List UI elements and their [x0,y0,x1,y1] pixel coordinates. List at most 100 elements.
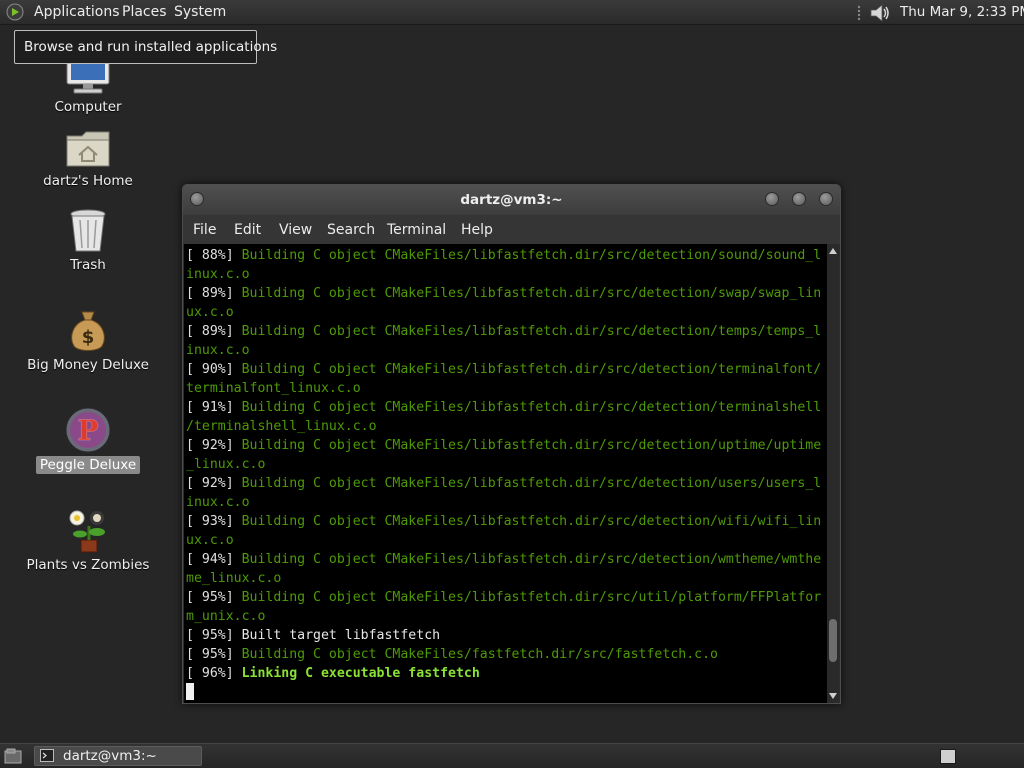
build-message: Linking C executable fastfetch [241,666,480,681]
build-message: terminalfont_linux.c.o [186,381,361,396]
desktop-icon-label: Computer [54,99,122,115]
build-message: Building C object CMakeFiles/fastfetch.d… [241,647,718,662]
desktop-icon-label: dartz's Home [43,173,133,189]
terminal-line: me_linux.c.o [186,569,826,588]
build-message: ux.c.o [186,305,234,320]
terminal-line: ux.c.o [186,303,826,322]
desktop-icon-label: Plants vs Zombies [26,557,150,573]
terminal-line: inux.c.o [186,265,826,284]
menu-view[interactable]: View [279,222,312,238]
build-message: Built target libfastfetch [241,628,441,643]
taskbar-button-terminal[interactable]: dartz@vm3:~ [34,746,202,766]
applications-menu[interactable]: Applications [34,4,120,20]
terminal-line: m_unix.c.o [186,607,826,626]
peggle-icon: P [65,407,111,453]
scroll-down-arrow-icon[interactable] [828,691,838,701]
terminal-line: [ 93%] Building C object CMakeFiles/libf… [186,512,826,531]
terminal-output[interactable]: [ 88%] Building C object CMakeFiles/libf… [184,244,827,703]
terminal-line: [ 88%] Building C object CMakeFiles/libf… [186,246,826,265]
places-menu[interactable]: Places [122,4,167,20]
panel-handle[interactable] [857,5,861,21]
close-button[interactable] [819,192,833,206]
terminal-line: inux.c.o [186,341,826,360]
terminal-line: [ 92%] Building C object CMakeFiles/libf… [186,474,826,493]
menu-terminal[interactable]: Terminal [387,222,446,238]
terminal-icon [40,749,54,762]
terminal-line: [ 94%] Building C object CMakeFiles/libf… [186,550,826,569]
progress-percent: [ 92%] [186,476,242,491]
build-message: /terminalshell_linux.c.o [186,419,377,434]
desktop-icon-big-money[interactable]: $ Big Money Deluxe [13,308,163,374]
progress-percent: [ 94%] [186,552,242,567]
build-message: Building C object CMakeFiles/libfastfetc… [241,362,822,377]
scrollbar-thumb[interactable] [829,619,837,662]
terminal-line: ux.c.o [186,531,826,550]
progress-percent: [ 89%] [186,324,242,339]
menu-search[interactable]: Search [327,222,375,238]
svg-text:$: $ [82,327,95,348]
terminal-line: inux.c.o [186,493,826,512]
desktop-icon-trash[interactable]: Trash [13,208,163,274]
terminal-line: /terminalshell_linux.c.o [186,417,826,436]
taskbar-label: dartz@vm3:~ [63,748,157,764]
progress-percent: [ 95%] [186,590,242,605]
show-desktop-icon[interactable] [4,748,22,764]
terminal-line: _linux.c.o [186,455,826,474]
plant-icon [69,510,105,553]
terminal-line: [ 95%] Built target libfastfetch [186,626,826,645]
desktop-icon-pvz[interactable]: Plants vs Zombies [13,506,163,574]
terminal-line: [ 89%] Building C object CMakeFiles/libf… [186,284,826,303]
terminal-menubar: File Edit View Search Terminal Help [183,215,840,244]
build-message: Building C object CMakeFiles/libfastfetc… [241,514,822,529]
build-message: Building C object CMakeFiles/libfastfetc… [241,590,822,605]
prompt-line [186,683,826,703]
progress-percent: [ 90%] [186,362,242,377]
terminal-window[interactable]: dartz@vm3:~ File Edit View Search Termin… [182,184,841,704]
desktop-icon-peggle[interactable]: P Peggle Deluxe [13,406,163,474]
terminal-line: [ 95%] Building C object CMakeFiles/libf… [186,588,826,607]
menu-help[interactable]: Help [461,222,493,238]
speaker-icon[interactable] [868,2,892,24]
progress-percent: [ 95%] [186,628,242,643]
menu-edit[interactable]: Edit [234,222,261,238]
desktop-icon-label: Peggle Deluxe [35,456,141,474]
terminal-text: [ 88%] Building C object CMakeFiles/libf… [186,246,826,703]
window-title: dartz@vm3:~ [460,192,563,208]
menu-file[interactable]: File [193,222,216,238]
scroll-up-arrow-icon[interactable] [828,246,838,256]
desktop-icon-label: Big Money Deluxe [27,357,149,373]
build-message: inux.c.o [186,343,250,358]
desktop-icon-label: Trash [70,257,106,273]
desktop-icon-home[interactable]: dartz's Home [13,128,163,190]
maximize-button[interactable] [792,192,806,206]
build-message: Building C object CMakeFiles/libfastfetc… [241,286,822,301]
progress-percent: [ 89%] [186,286,242,301]
scrollbar[interactable] [827,244,839,703]
build-message: me_linux.c.o [186,571,282,586]
build-message: Building C object CMakeFiles/libfastfetc… [241,400,822,415]
workspace-switcher[interactable] [940,749,956,764]
top-panel: Applications Places System Thu Mar 9, 2:… [0,0,1024,25]
progress-percent: [ 92%] [186,438,242,453]
build-message: m_unix.c.o [186,609,266,624]
progress-percent: [ 88%] [186,248,242,263]
applications-tooltip: Browse and run installed applications [14,30,277,64]
terminal-line: [ 92%] Building C object CMakeFiles/libf… [186,436,826,455]
build-message: _linux.c.o [186,457,266,472]
progress-percent: [ 91%] [186,400,242,415]
clock[interactable]: Thu Mar 9, 2:33 PM [900,4,1024,20]
build-message: Building C object CMakeFiles/libfastfetc… [241,248,822,263]
svg-text:P: P [77,414,98,447]
system-menu[interactable]: System [174,4,226,20]
title-bar[interactable]: dartz@vm3:~ [183,185,840,215]
build-message: Building C object CMakeFiles/libfastfetc… [241,552,822,567]
progress-percent: [ 93%] [186,514,242,529]
build-message: Building C object CMakeFiles/libfastfetc… [241,476,822,491]
terminal-line: [ 91%] Building C object CMakeFiles/libf… [186,398,826,417]
minimize-button[interactable] [765,192,779,206]
gnome-foot-icon[interactable] [6,3,24,21]
terminal-line: [ 89%] Building C object CMakeFiles/libf… [186,322,826,341]
trash-icon [70,209,106,252]
terminal-line: [ 90%] Building C object CMakeFiles/libf… [186,360,826,379]
terminal-line: [ 96%] Linking C executable fastfetch [186,664,826,683]
